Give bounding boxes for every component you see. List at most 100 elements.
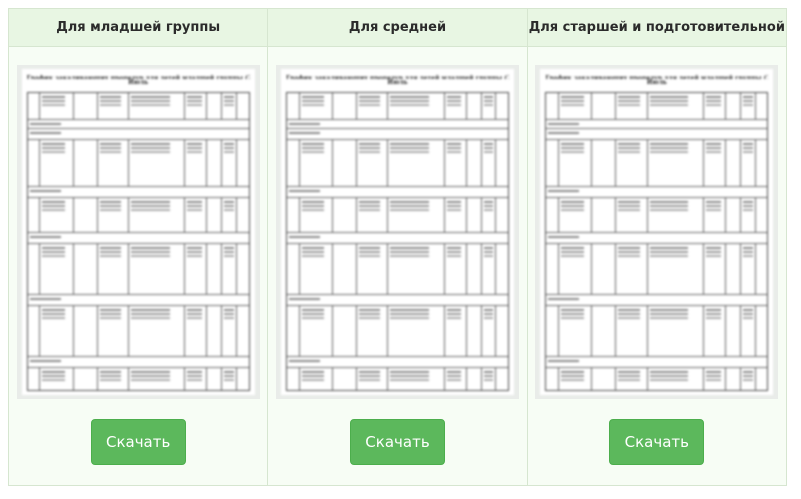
card-junior-group: Для младшей группы График закаливающих п…	[9, 9, 269, 485]
document-table-cell	[222, 93, 238, 119]
document-table-cell	[546, 140, 559, 186]
document-table-cell	[40, 93, 74, 119]
document-table-cell	[357, 306, 389, 356]
document-table-cell	[648, 93, 705, 119]
document-table-cell	[559, 198, 593, 232]
document-table-cell	[496, 198, 508, 232]
document-table-row	[27, 233, 249, 244]
document-table-cell	[704, 140, 726, 186]
document-table-row	[28, 368, 249, 390]
document-table-cell	[704, 93, 726, 119]
document-table-cell	[129, 93, 186, 119]
document-table-cell	[74, 198, 98, 232]
document-table-cell	[546, 198, 559, 232]
document-table-cell	[287, 187, 508, 197]
document-table-cell	[756, 306, 768, 356]
document-table-cell	[357, 368, 389, 390]
download-button[interactable]: Скачать	[349, 419, 445, 465]
document-table-cell	[741, 93, 756, 119]
card-title: Для младшей группы	[9, 9, 268, 47]
document-table-cell	[287, 233, 508, 243]
document-table-cell	[207, 93, 223, 119]
document-table-cell	[559, 140, 593, 186]
document-table-cell	[496, 140, 508, 186]
document-table-cell	[207, 244, 223, 294]
document-table-cell	[756, 140, 768, 186]
document-table-cell	[592, 244, 617, 294]
document-table-cell	[648, 244, 705, 294]
document-table-cell	[445, 198, 467, 232]
document-table-cell	[207, 368, 223, 390]
document-table-cell	[559, 368, 593, 390]
document-table-cell	[28, 357, 249, 367]
document-preview: График закаливающих процедур для детей м…	[16, 65, 260, 399]
document-table-cell	[445, 244, 467, 294]
download-button[interactable]: Скачать	[609, 419, 705, 465]
document-table-cell	[287, 120, 508, 128]
document-table-cell	[496, 306, 508, 356]
document-table-row	[27, 140, 249, 187]
document-table-cell	[287, 368, 300, 390]
document-table-cell	[467, 93, 482, 119]
document-table-cell	[482, 306, 497, 356]
document-table-cell	[388, 306, 445, 356]
document-table-row	[546, 93, 768, 120]
document-table-cell	[592, 306, 617, 356]
document-table-cell	[467, 306, 482, 356]
document-table-cell	[300, 198, 333, 232]
document-table-cell	[482, 140, 497, 186]
document-table-cell	[726, 306, 741, 356]
document-table-cell	[704, 306, 726, 356]
document-preview: График закаливающих процедур для детей м…	[275, 65, 519, 399]
document-table-row	[27, 93, 249, 120]
document-table-cell	[287, 306, 300, 356]
document-thumbnail: График закаливающих процедур для детей м…	[280, 69, 514, 395]
document-table-cell	[756, 244, 768, 294]
card-middle-group: Для средней График закаливающих процедур…	[268, 9, 528, 485]
document-table-cell	[185, 244, 208, 294]
document-table-cell	[287, 244, 300, 294]
document-table-cell	[300, 368, 333, 390]
document-table-cell	[388, 93, 445, 119]
document-table-cell	[185, 306, 208, 356]
document-table-cell	[222, 244, 238, 294]
document-table-cell	[756, 368, 768, 390]
document-table-cell	[40, 244, 74, 294]
download-cards: Для младшей группы График закаливающих п…	[8, 8, 787, 486]
document-table-row	[546, 129, 768, 140]
document-table-cell	[74, 93, 98, 119]
document-table-row	[27, 129, 249, 140]
document-table-cell	[445, 140, 467, 186]
document-table-cell	[357, 140, 389, 186]
document-table-cell	[222, 368, 238, 390]
document-table-cell	[129, 306, 186, 356]
document-table-cell	[704, 368, 726, 390]
document-table-cell	[287, 357, 508, 367]
document-table-cell	[648, 140, 705, 186]
document-table-cell	[388, 198, 445, 232]
document-table-cell	[445, 93, 467, 119]
document-table-cell	[741, 368, 756, 390]
document-table-cell	[445, 306, 467, 356]
download-button[interactable]: Скачать	[90, 419, 186, 465]
document-table	[26, 92, 250, 391]
document-table-cell	[726, 244, 741, 294]
document-table-row	[546, 233, 768, 244]
document-table-row	[546, 295, 768, 306]
document-table-cell	[467, 140, 482, 186]
document-table-row	[546, 120, 768, 129]
document-table-cell	[300, 93, 333, 119]
document-table-cell	[648, 306, 705, 356]
document-table-cell	[40, 368, 74, 390]
document-table-row	[27, 120, 249, 129]
document-table-cell	[74, 368, 98, 390]
document-table-cell	[28, 295, 249, 305]
document-table-cell	[300, 306, 333, 356]
document-table-cell	[28, 129, 249, 139]
document-table-cell	[704, 244, 726, 294]
document-table-cell	[98, 306, 129, 356]
document-table-row	[286, 198, 508, 233]
document-table-row	[546, 187, 768, 198]
document-table-cell	[496, 93, 508, 119]
document-table-cell	[300, 244, 333, 294]
